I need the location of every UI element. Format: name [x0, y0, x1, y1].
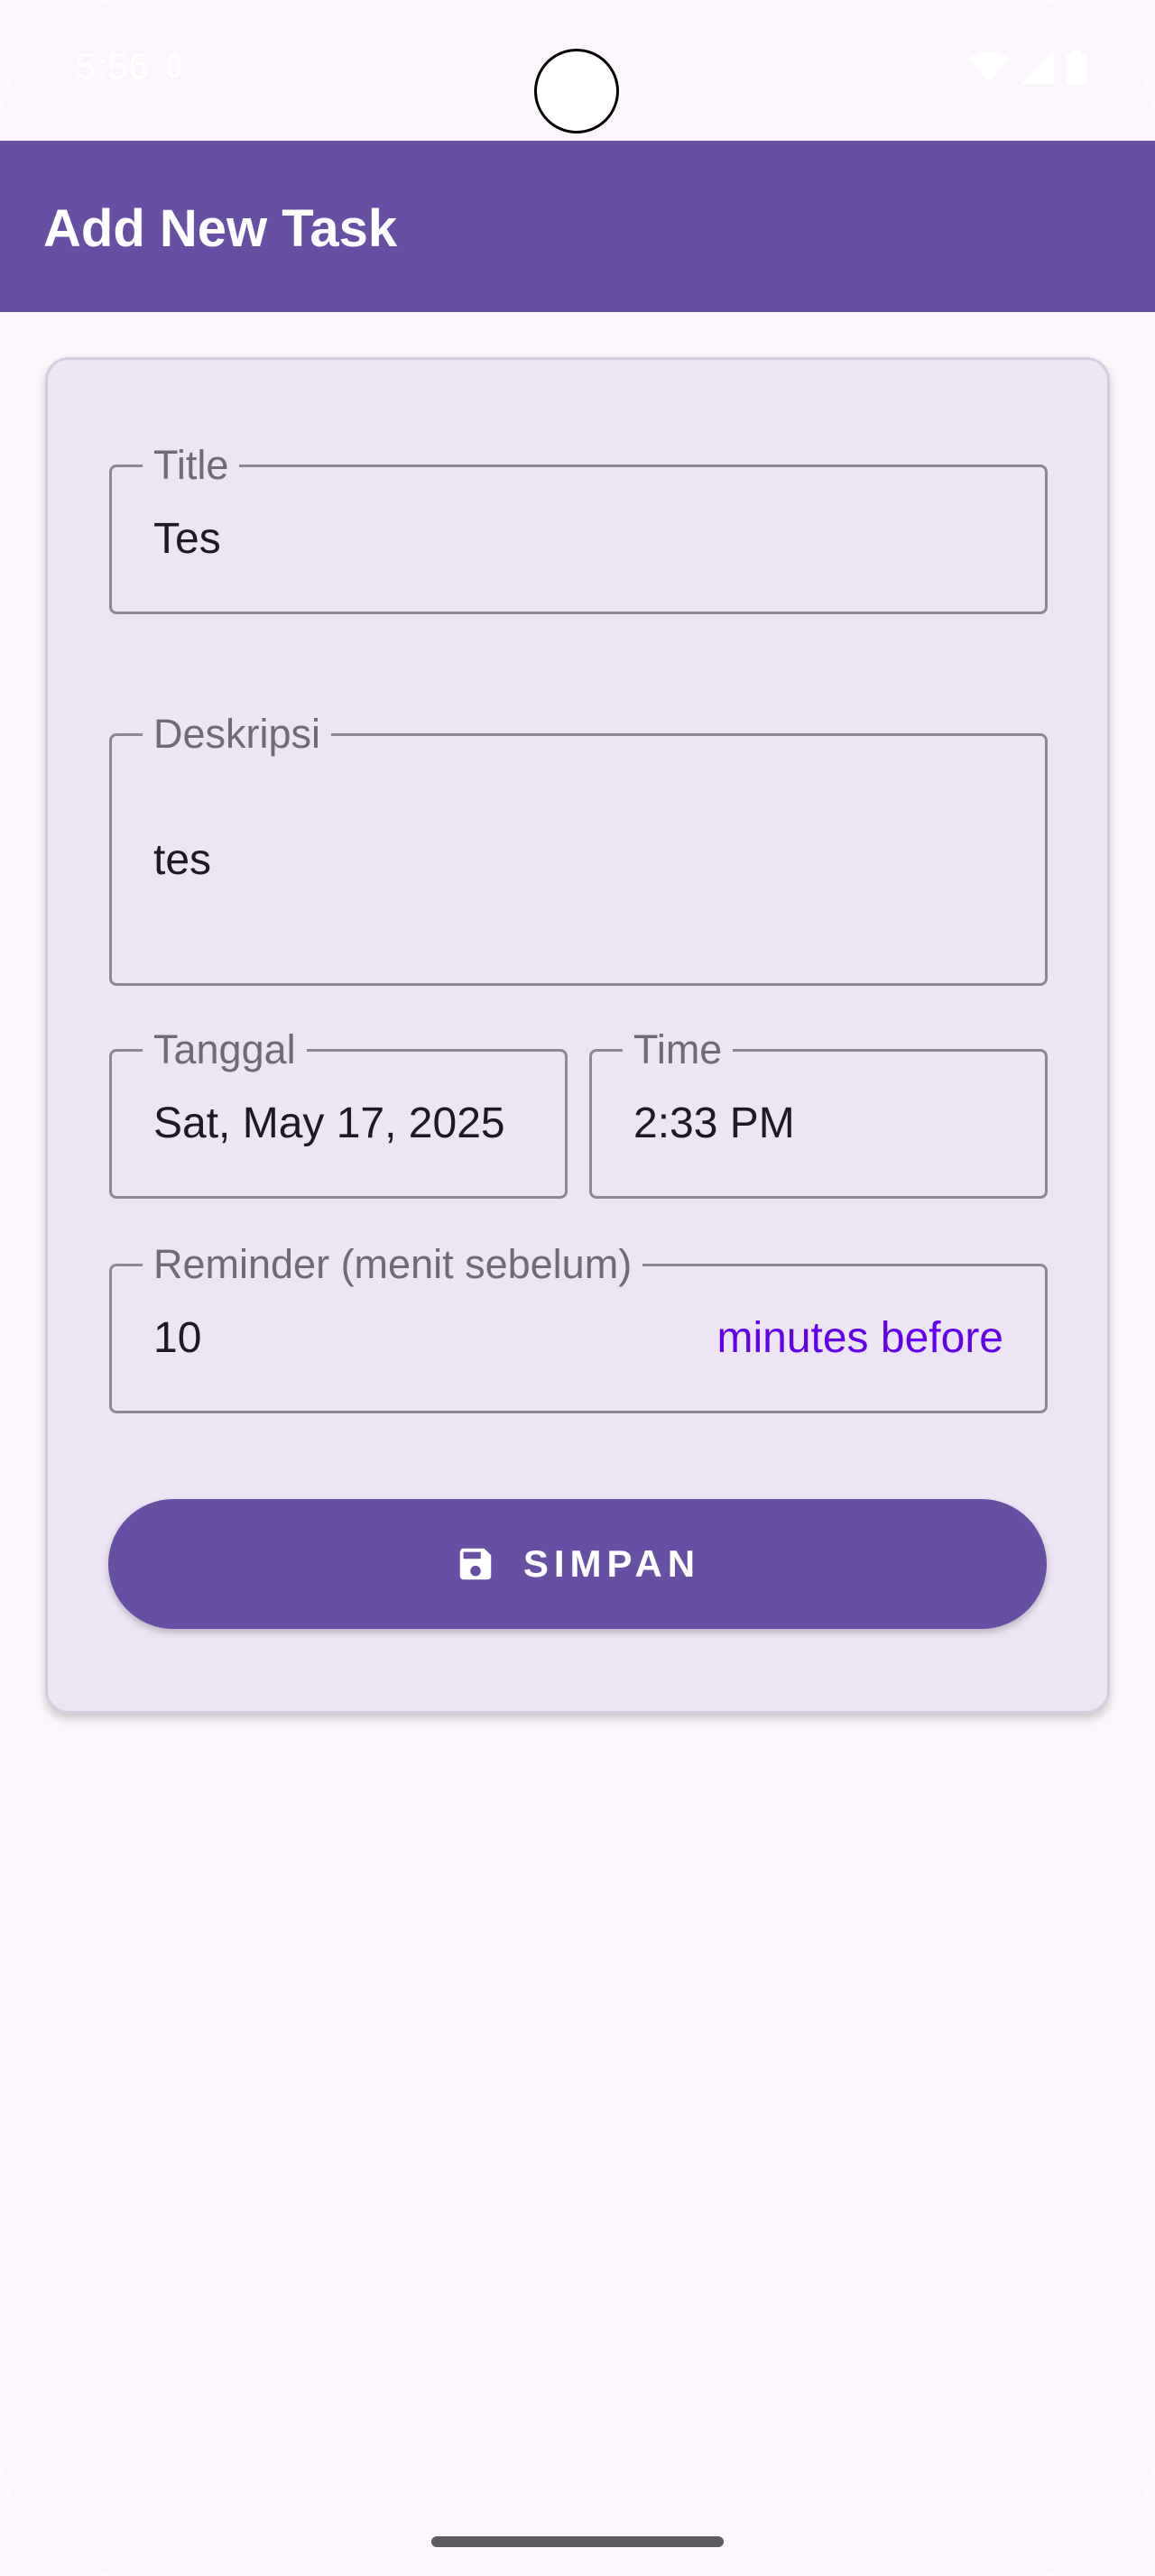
app-bar: Add New Task — [0, 141, 1155, 312]
status-bar: 5:56 — [0, 0, 1155, 141]
description-field-label: Deskripsi — [143, 713, 332, 756]
reminder-field-suffix: minutes before — [716, 1314, 1003, 1362]
reminder-field-label: Reminder (menit sebelum) — [143, 1243, 643, 1286]
home-indicator[interactable] — [431, 2536, 724, 2547]
date-field-label: Tanggal — [143, 1028, 307, 1072]
wifi-icon — [969, 51, 1009, 82]
time-field-label: Time — [623, 1028, 734, 1072]
title-field[interactable]: Title Tes — [109, 444, 1048, 614]
time-field-value: 2:33 PM — [633, 1099, 795, 1147]
date-field-value: Sat, May 17, 2025 — [153, 1099, 505, 1147]
description-field-value: tes — [153, 836, 212, 884]
signal-icon — [1021, 51, 1054, 84]
page-title: Add New Task — [43, 199, 398, 258]
camera-cutout — [534, 49, 619, 133]
title-field-value: Tes — [153, 515, 221, 563]
status-time: 5:56 — [76, 47, 150, 87]
status-icons — [969, 51, 1086, 85]
reminder-field-value: 10 — [153, 1314, 202, 1362]
notification-icon — [168, 54, 180, 78]
title-field-label: Title — [143, 444, 240, 487]
battery-icon — [1067, 51, 1086, 85]
save-button-label: SIMPAN — [522, 1542, 701, 1585]
phone-screen: 5:56 Add New Task Title Tes Deskripsi te… — [0, 0, 1155, 2576]
save-icon — [459, 1548, 492, 1580]
description-field[interactable]: Deskripsi tes — [109, 713, 1048, 986]
reminder-field[interactable]: Reminder (menit sebelum) 10 minutes befo… — [109, 1243, 1048, 1413]
save-button[interactable]: SIMPAN — [108, 1499, 1047, 1629]
time-field[interactable]: Time 2:33 PM — [589, 1028, 1048, 1199]
date-field[interactable]: Tanggal Sat, May 17, 2025 — [109, 1028, 568, 1199]
